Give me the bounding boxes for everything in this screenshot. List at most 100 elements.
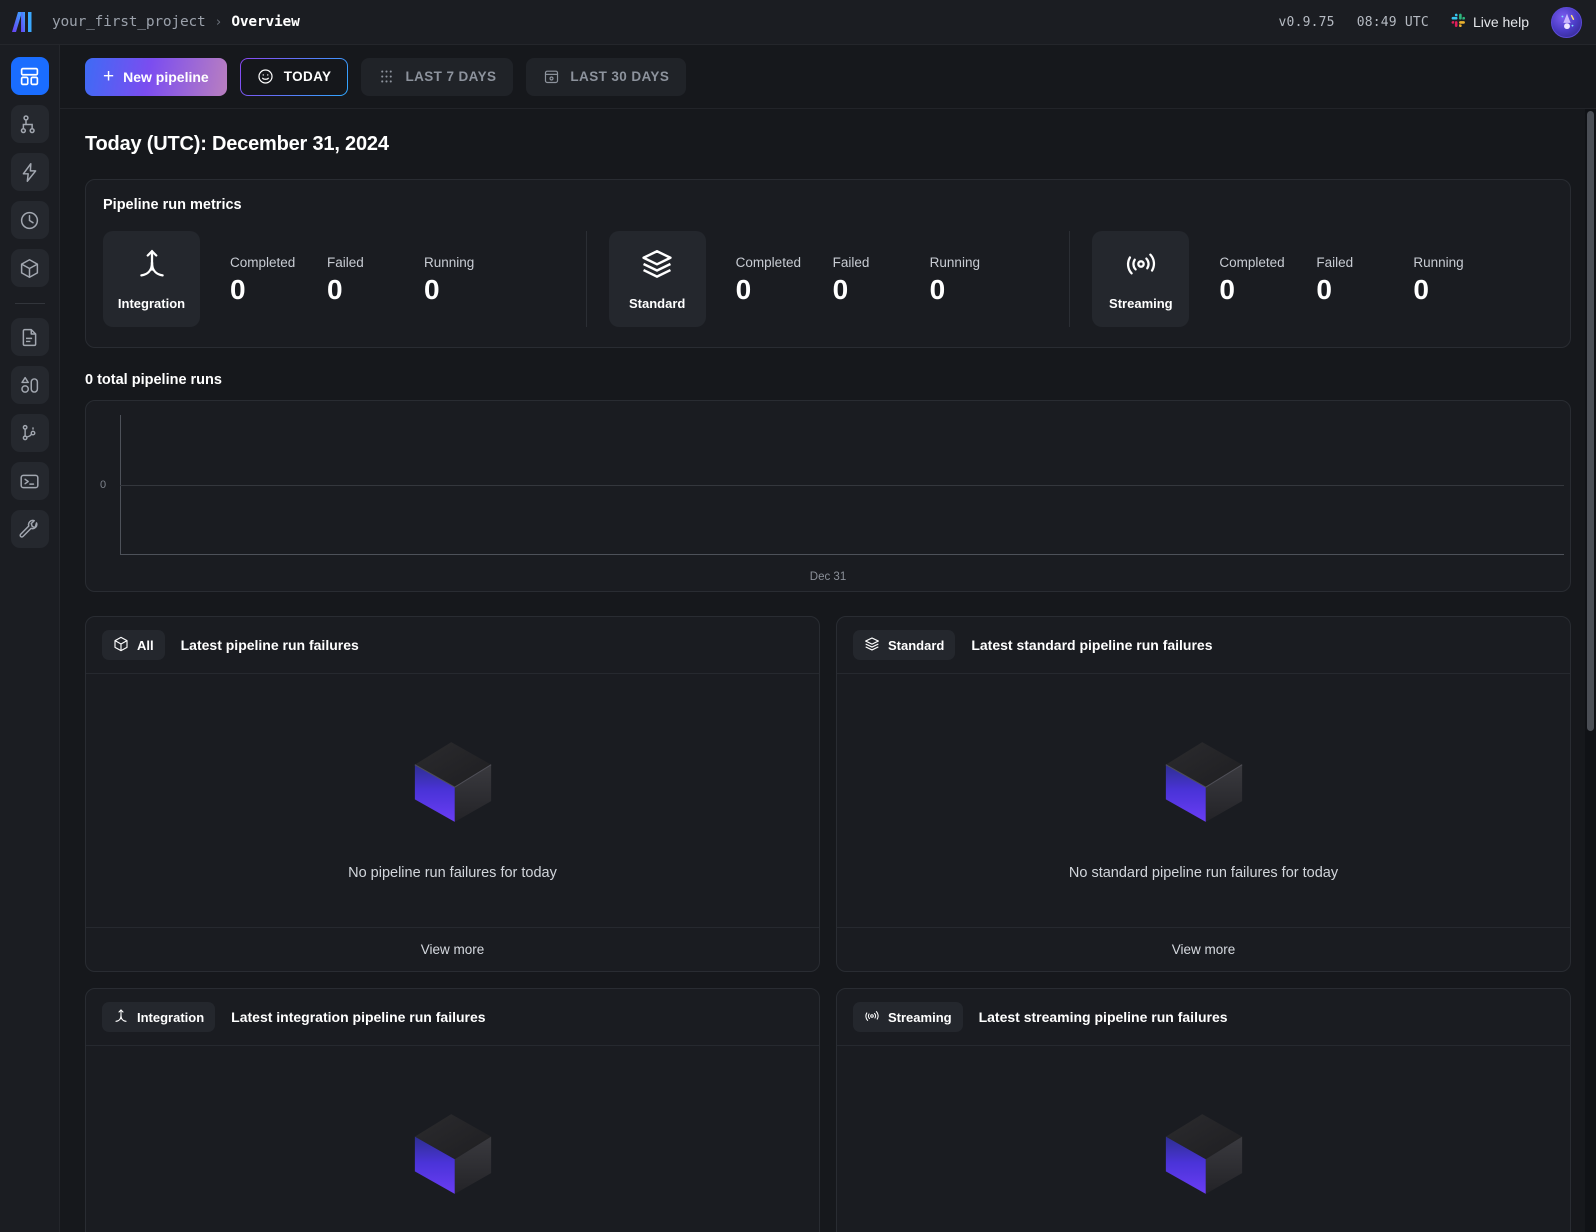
panel-filter-label: Standard [888, 638, 944, 653]
pipeline-runs-chart[interactable]: 0 Dec 31 [85, 400, 1571, 592]
panel-filter-label: Integration [137, 1010, 204, 1025]
live-help-label: Live help [1473, 14, 1529, 30]
panel-filter-label: All [137, 638, 154, 653]
panel-filter-pill-all[interactable]: All [102, 630, 165, 660]
stat-value: 0 [1413, 276, 1510, 304]
chart-y-tick-0: 0 [100, 479, 106, 491]
panel-empty-state: No standard pipeline run failures for to… [837, 674, 1570, 927]
stat-value: 0 [833, 276, 930, 304]
cube-3d-illustration-icon [1152, 730, 1256, 839]
stat-label: Failed [327, 255, 424, 270]
cube-3d-illustration-icon [401, 1102, 505, 1211]
stat-failed: Failed 0 [327, 255, 424, 304]
range-tab-today[interactable]: TODAY [240, 58, 349, 96]
panel-filter-pill-streaming[interactable]: Streaming [853, 1002, 963, 1032]
panel-filter-pill-integration[interactable]: Integration [102, 1002, 215, 1032]
pipeline-type-tile-integration[interactable]: Integration [103, 231, 200, 327]
chart-plot-area: 0 [120, 415, 1564, 555]
mage-logo-icon[interactable] [10, 9, 36, 35]
range-tab-last-30-days[interactable]: LAST 30 DAYS [526, 58, 686, 96]
stat-label: Completed [230, 255, 327, 270]
sidebar-item-files[interactable] [11, 318, 49, 356]
failure-panels-grid: All Latest pipeline run failures [85, 616, 1571, 1232]
avatar[interactable] [1551, 7, 1582, 38]
sidebar-item-triggers[interactable] [11, 153, 49, 191]
stats-integration: Completed 0 Failed 0 Running [200, 255, 521, 304]
failures-panel-all: All Latest pipeline run failures [85, 616, 820, 972]
sidebar-item-settings[interactable] [11, 510, 49, 548]
plus-icon: + [103, 67, 114, 86]
sidebar-item-blocks[interactable] [11, 249, 49, 287]
failures-panel-streaming: Streaming Latest streaming pipeline run … [836, 988, 1571, 1232]
breadcrumb: your_first_project › Overview [52, 14, 300, 30]
streaming-icon [1124, 247, 1158, 286]
metric-group-integration: Integration Completed 0 Failed [103, 231, 586, 327]
range-tab-last-7-days[interactable]: LAST 7 DAYS [361, 58, 513, 96]
stats-standard: Completed 0 Failed 0 Running [706, 255, 1027, 304]
page-content: Today (UTC): December 31, 2024 Pipeline … [60, 109, 1596, 1232]
stat-completed: Completed 0 [1219, 255, 1316, 304]
live-help-button[interactable]: Live help [1451, 13, 1529, 31]
pipeline-type-tile-standard[interactable]: Standard [609, 231, 706, 327]
breadcrumb-project[interactable]: your_first_project [52, 14, 206, 30]
stat-failed: Failed 0 [833, 255, 930, 304]
sidebar-item-pipeline-runs[interactable] [11, 201, 49, 239]
slack-icon [1451, 13, 1466, 31]
stat-running: Running 0 [1413, 255, 1510, 304]
app-root: your_first_project › Overview v0.9.75 08… [0, 0, 1596, 1232]
chart-zero-line [120, 485, 1564, 486]
pipeline-type-label-standard: Standard [629, 296, 685, 311]
page-title: Today (UTC): December 31, 2024 [85, 133, 1571, 156]
cube-3d-illustration-icon [1152, 1102, 1256, 1211]
sidebar-item-templates[interactable] [11, 366, 49, 404]
panel-title: Latest streaming pipeline run failures [979, 1009, 1228, 1025]
layers-icon [864, 636, 880, 655]
pipeline-type-label-streaming: Streaming [1109, 296, 1173, 311]
sidebar-item-dashboard[interactable] [11, 57, 49, 95]
stat-label: Failed [1316, 255, 1413, 270]
sidebar [0, 45, 60, 1232]
range-tab-last-30-days-label: LAST 30 DAYS [570, 69, 669, 84]
panel-title: Latest integration pipeline run failures [231, 1009, 485, 1025]
view-more-button[interactable]: View more [86, 927, 819, 971]
sidebar-item-version-control[interactable] [11, 414, 49, 452]
stat-label: Running [1413, 255, 1510, 270]
stat-value: 0 [1219, 276, 1316, 304]
pipeline-run-metrics-card: Pipeline run metrics [85, 179, 1571, 348]
stat-completed: Completed 0 [736, 255, 833, 304]
stat-value: 0 [424, 276, 521, 304]
top-bar-right: v0.9.75 08:49 UTC Live help [1279, 7, 1582, 38]
dots-grid-icon [378, 68, 395, 85]
chart-x-tick-0: Dec 31 [86, 571, 1570, 583]
stat-value: 0 [230, 276, 327, 304]
view-more-button[interactable]: View more [837, 927, 1570, 971]
failures-panel-standard: Standard Latest standard pipeline run fa… [836, 616, 1571, 972]
panel-title: Latest standard pipeline run failures [971, 637, 1212, 653]
cube-icon [113, 636, 129, 655]
metrics-row: Integration Completed 0 Failed [103, 231, 1553, 327]
breadcrumb-current: Overview [231, 14, 299, 30]
new-pipeline-button[interactable]: + New pipeline [85, 58, 227, 96]
panel-empty-state [837, 1046, 1570, 1232]
metric-group-standard: Standard Completed 0 Failed 0 [586, 231, 1070, 327]
stat-label: Running [930, 255, 1027, 270]
panel-filter-pill-standard[interactable]: Standard [853, 630, 955, 660]
utc-clock: 08:49 UTC [1357, 15, 1429, 30]
sidebar-item-terminal[interactable] [11, 462, 49, 500]
scrollbar-thumb[interactable] [1587, 111, 1594, 731]
chart-title: 0 total pipeline runs [85, 372, 1571, 388]
stat-label: Failed [833, 255, 930, 270]
sidebar-item-pipelines[interactable] [11, 105, 49, 143]
streaming-icon [864, 1008, 880, 1027]
scrollbar-track[interactable] [1585, 109, 1596, 1232]
cube-3d-illustration-icon [401, 730, 505, 839]
breadcrumb-separator: › [215, 15, 223, 30]
stat-failed: Failed 0 [1316, 255, 1413, 304]
panel-filter-label: Streaming [888, 1010, 952, 1025]
new-pipeline-label: New pipeline [123, 69, 209, 85]
pipeline-type-tile-streaming[interactable]: Streaming [1092, 231, 1189, 327]
stat-value: 0 [1316, 276, 1413, 304]
metrics-card-title: Pipeline run metrics [103, 197, 1553, 213]
integration-icon [113, 1008, 129, 1027]
panel-empty-text: No standard pipeline run failures for to… [1069, 865, 1338, 881]
